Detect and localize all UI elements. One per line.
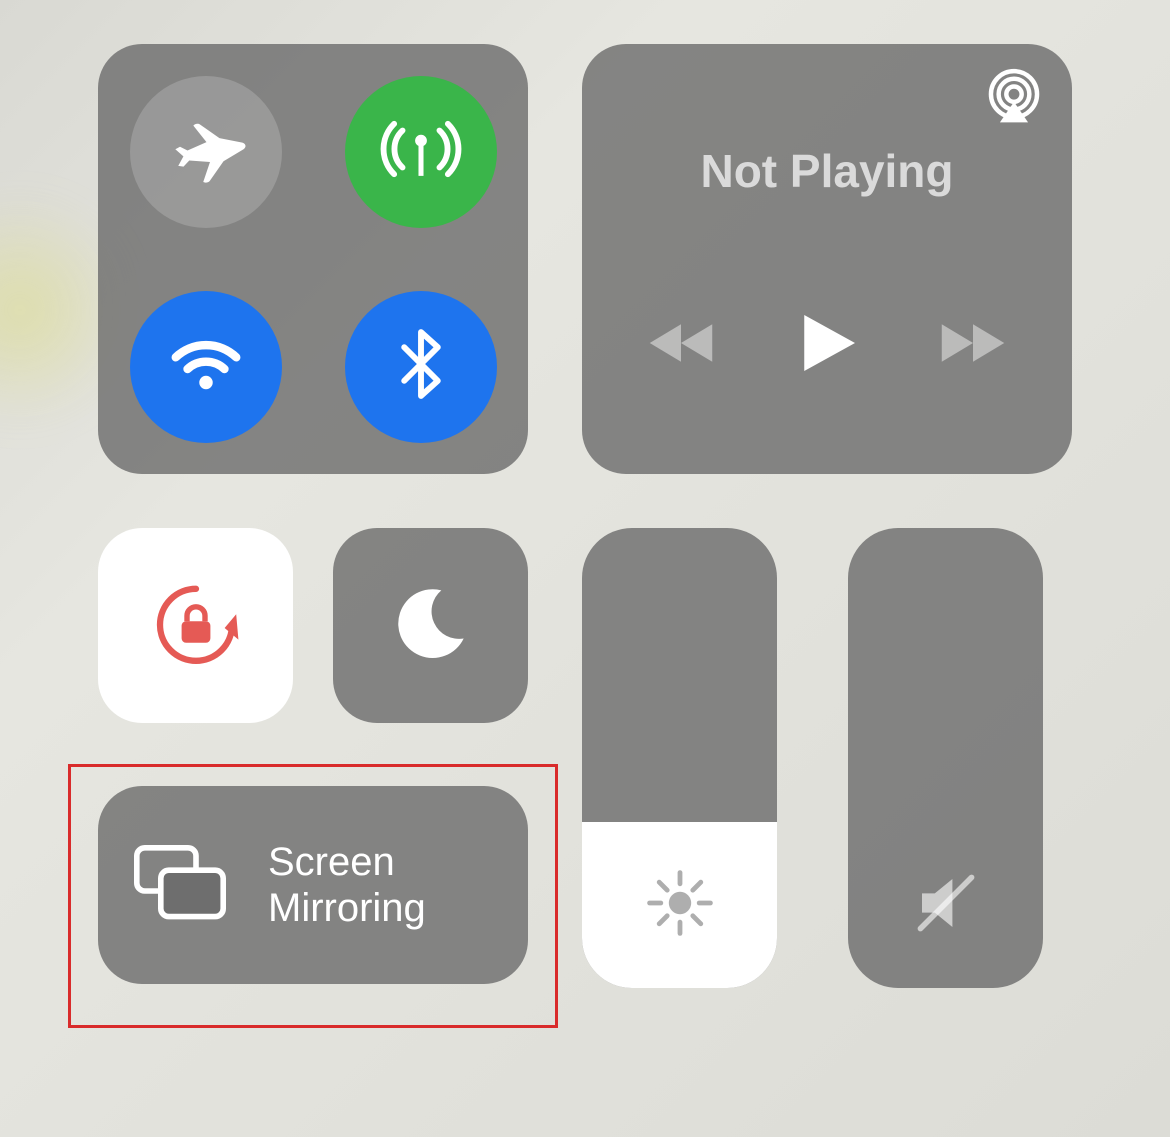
rotation-lock-icon: [142, 569, 250, 682]
brightness-slider[interactable]: [582, 528, 777, 988]
screen-mirroring-button[interactable]: Screen Mirroring: [98, 786, 528, 984]
volume-slider[interactable]: [848, 528, 1043, 988]
do-not-disturb-toggle[interactable]: [333, 528, 528, 723]
previous-track-button[interactable]: [641, 318, 721, 373]
screen-mirroring-label: Screen Mirroring: [268, 839, 426, 931]
play-button[interactable]: [792, 308, 862, 383]
cellular-data-toggle[interactable]: [345, 76, 497, 228]
next-track-button[interactable]: [933, 318, 1013, 373]
airplane-icon: [164, 107, 248, 196]
airplane-mode-toggle[interactable]: [130, 76, 282, 228]
bluetooth-toggle[interactable]: [345, 291, 497, 443]
airplay-audio-icon[interactable]: [982, 66, 1046, 126]
moon-icon: [388, 580, 474, 671]
media-controls: [582, 308, 1072, 383]
bluetooth-icon: [379, 322, 463, 411]
media-status-label: Not Playing: [582, 144, 1072, 198]
wifi-toggle[interactable]: [130, 291, 282, 443]
wifi-icon: [164, 322, 248, 411]
antenna-icon: [379, 107, 463, 196]
screen-mirroring-icon: [130, 843, 230, 928]
rotation-lock-toggle[interactable]: [98, 528, 293, 723]
media-panel[interactable]: Not Playing: [582, 44, 1072, 474]
volume-muted-icon: [901, 858, 991, 948]
brightness-icon: [635, 858, 725, 948]
connectivity-group[interactable]: [98, 44, 528, 474]
